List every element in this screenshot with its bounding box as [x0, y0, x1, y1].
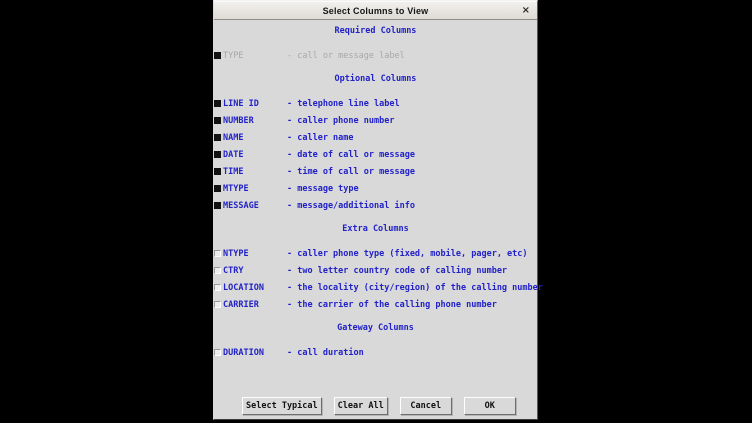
column-row-ctry[interactable]: CTRY- two letter country code of calling… [214, 262, 537, 279]
column-row-name[interactable]: NAME- caller name [214, 129, 537, 146]
checkbox-mtype[interactable] [214, 185, 221, 192]
column-row-ntype[interactable]: NTYPE- caller phone type (fixed, mobile,… [214, 245, 537, 262]
column-row-number[interactable]: NUMBER- caller phone number [214, 112, 537, 129]
section-header-optional-columns: Optional Columns [214, 71, 537, 88]
column-name: LINE ID [223, 99, 287, 109]
checkbox-location[interactable] [214, 284, 221, 291]
dialog-title: Select Columns to View [323, 6, 429, 16]
checkbox-carrier[interactable] [214, 301, 221, 308]
column-description: - caller phone type (fixed, mobile, page… [287, 249, 528, 259]
column-row-type: TYPE- call or message label [214, 47, 537, 64]
desktop-background: Select Columns to View × Required Column… [0, 0, 752, 423]
column-name: NAME [223, 133, 287, 143]
column-name: MESSAGE [223, 201, 287, 211]
column-description: - two letter country code of calling num… [287, 266, 507, 276]
column-name: DURATION [223, 348, 287, 358]
cancel-button[interactable]: Cancel [400, 397, 452, 415]
column-name: LOCATION [223, 283, 287, 293]
checkbox-ctry[interactable] [214, 267, 221, 274]
column-name: TIME [223, 167, 287, 177]
dialog-titlebar[interactable]: Select Columns to View × [214, 1, 537, 20]
column-description: - caller phone number [287, 116, 394, 126]
section-header-gateway-columns: Gateway Columns [214, 320, 537, 337]
column-name: TYPE [223, 51, 287, 61]
column-name: CTRY [223, 266, 287, 276]
column-name: DATE [223, 150, 287, 160]
column-row-message[interactable]: MESSAGE- message/additional info [214, 197, 537, 214]
close-icon[interactable]: × [522, 6, 530, 16]
section-header-extra-columns: Extra Columns [214, 221, 537, 238]
checkbox-line-id[interactable] [214, 100, 221, 107]
column-row-location[interactable]: LOCATION- the locality (city/region) of … [214, 279, 537, 296]
column-description: - time of call or message [287, 167, 415, 177]
column-name: NTYPE [223, 249, 287, 259]
checkbox-number[interactable] [214, 117, 221, 124]
column-description: - call or message label [287, 51, 405, 61]
select-columns-dialog: Select Columns to View × Required Column… [213, 0, 538, 420]
column-name: CARRIER [223, 300, 287, 310]
ok-button[interactable]: OK [464, 397, 516, 415]
checkbox-name[interactable] [214, 134, 221, 141]
checkbox-ntype[interactable] [214, 250, 221, 257]
section-header-required-columns: Required Columns [214, 23, 537, 40]
column-row-date[interactable]: DATE- date of call or message [214, 146, 537, 163]
column-description: - call duration [287, 348, 364, 358]
column-description: - date of call or message [287, 150, 415, 160]
checkbox-message[interactable] [214, 202, 221, 209]
column-name: MTYPE [223, 184, 287, 194]
checkbox-type [214, 52, 221, 59]
dialog-body: Required Columns TYPE- call or message la… [214, 20, 537, 361]
column-description: - message type [287, 184, 359, 194]
column-name: NUMBER [223, 116, 287, 126]
column-row-duration[interactable]: DURATION- call duration [214, 344, 537, 361]
column-description: - the locality (city/region) of the call… [287, 283, 543, 293]
column-row-carrier[interactable]: CARRIER- the carrier of the calling phon… [214, 296, 537, 313]
checkbox-time[interactable] [214, 168, 221, 175]
column-description: - telephone line label [287, 99, 400, 109]
column-row-mtype[interactable]: MTYPE- message type [214, 180, 537, 197]
checkbox-date[interactable] [214, 151, 221, 158]
column-description: - message/additional info [287, 201, 415, 211]
column-description: - the carrier of the calling phone numbe… [287, 300, 497, 310]
button-row: Select Typical Clear All Cancel OK [242, 397, 537, 415]
column-description: - caller name [287, 133, 354, 143]
select-typical-button[interactable]: Select Typical [242, 397, 322, 415]
clear-all-button[interactable]: Clear All [334, 397, 388, 415]
column-row-time[interactable]: TIME- time of call or message [214, 163, 537, 180]
column-row-line-id[interactable]: LINE ID- telephone line label [214, 95, 537, 112]
checkbox-duration[interactable] [214, 349, 221, 356]
